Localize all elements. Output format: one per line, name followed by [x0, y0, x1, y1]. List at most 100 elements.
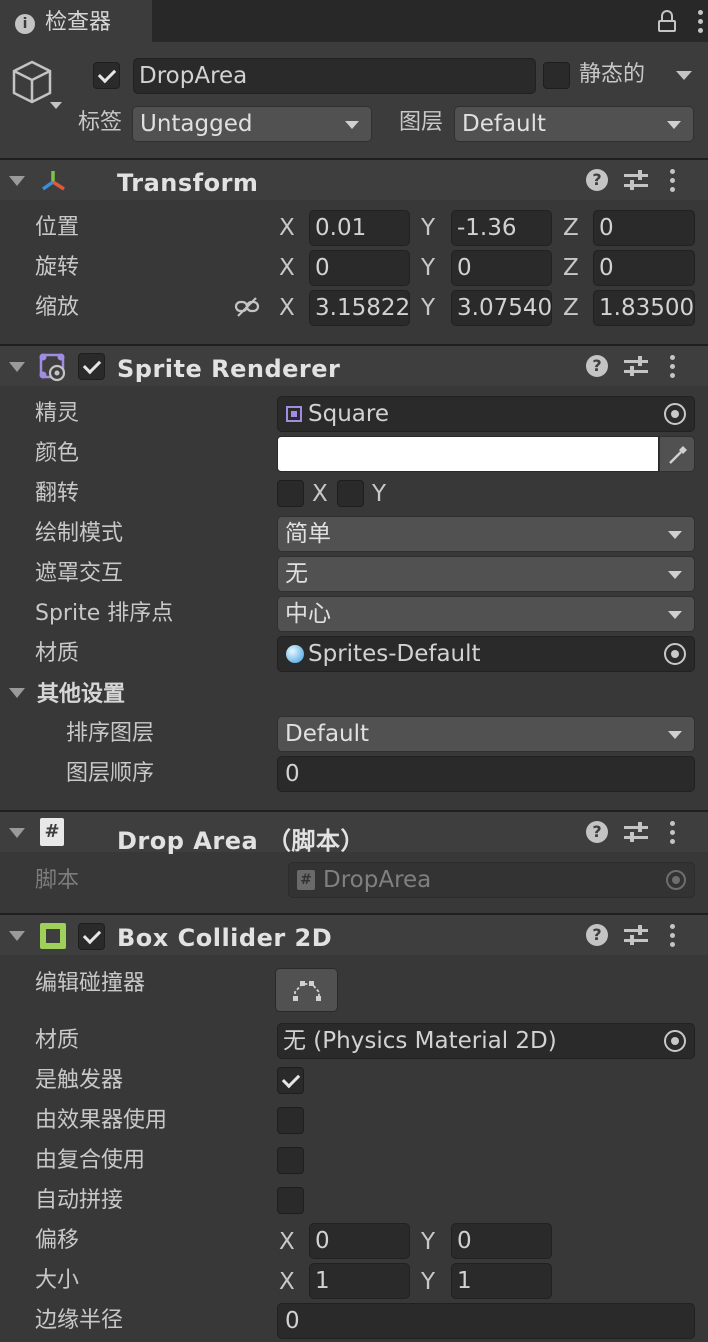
flip-y-checkbox[interactable]: [337, 480, 364, 507]
mask-interaction-dropdown[interactable]: 无: [277, 556, 695, 592]
box-collider-header[interactable]: Box Collider 2D ?: [0, 913, 708, 955]
object-active-checkbox[interactable]: [93, 62, 120, 89]
collider-material-field[interactable]: 无 (Physics Material 2D): [277, 1023, 695, 1059]
help-icon[interactable]: ?: [586, 821, 608, 843]
presets-icon[interactable]: [624, 356, 648, 376]
help-icon[interactable]: ?: [586, 355, 608, 377]
foldout-arrow-icon[interactable]: [9, 828, 25, 838]
object-name-field[interactable]: DropArea: [133, 58, 536, 94]
scale-z-label[interactable]: Z: [563, 297, 579, 320]
draw-mode-dropdown[interactable]: 简单: [277, 516, 695, 552]
edit-collider-button[interactable]: [275, 968, 338, 1012]
chevron-down-icon: [668, 611, 682, 619]
presets-icon[interactable]: [624, 170, 648, 190]
eyedropper-button[interactable]: [659, 436, 695, 472]
tab-inspector[interactable]: i 检查器: [0, 0, 152, 42]
static-dropdown-caret-icon[interactable]: [676, 71, 692, 80]
size-y-label[interactable]: Y: [421, 1271, 435, 1294]
sprite-label: 精灵: [35, 401, 80, 426]
sprite-renderer-enabled-checkbox[interactable]: [78, 353, 105, 380]
size-y-field[interactable]: 1: [451, 1263, 552, 1299]
used-by-effector-checkbox[interactable]: [277, 1107, 304, 1134]
offset-x-field[interactable]: 0: [309, 1223, 410, 1259]
rotation-x-label[interactable]: X: [279, 257, 295, 280]
sort-point-dropdown[interactable]: 中心: [277, 596, 695, 632]
order-in-layer-field[interactable]: 0: [277, 756, 695, 792]
rotation-y-field[interactable]: 0: [451, 250, 552, 286]
lock-icon[interactable]: [657, 10, 677, 32]
scale-y-field[interactable]: 3.07540: [451, 290, 552, 326]
auto-tiling-checkbox[interactable]: [277, 1187, 304, 1214]
component-menu-icon[interactable]: [670, 168, 676, 194]
mask-interaction-value: 无: [285, 561, 308, 587]
position-x-label[interactable]: X: [279, 217, 295, 240]
is-trigger-checkbox[interactable]: [277, 1067, 304, 1094]
tag-dropdown[interactable]: Untagged: [132, 106, 372, 142]
drop-area-header[interactable]: # Drop Area （脚本） ?: [0, 810, 708, 855]
help-icon[interactable]: ?: [586, 169, 608, 191]
sprite-renderer-header[interactable]: Sprite Renderer ?: [0, 344, 708, 386]
presets-icon[interactable]: [624, 822, 648, 842]
static-label: 静态的: [579, 62, 646, 87]
scale-x-label[interactable]: X: [279, 297, 295, 320]
scale-z-field[interactable]: 1.83500: [593, 290, 695, 326]
used-by-composite-checkbox[interactable]: [277, 1147, 304, 1174]
layer-dropdown[interactable]: Default: [454, 106, 694, 142]
position-y-label[interactable]: Y: [421, 217, 435, 240]
gameobject-cube-icon[interactable]: [10, 60, 66, 112]
other-settings-foldout-icon[interactable]: [9, 688, 25, 698]
object-picker-icon[interactable]: [664, 1030, 686, 1052]
position-y-field[interactable]: -1.36: [451, 210, 552, 246]
offset-y-field[interactable]: 0: [451, 1223, 552, 1259]
help-icon[interactable]: ?: [586, 924, 608, 946]
scale-y-label[interactable]: Y: [421, 297, 435, 320]
tab-menu-icon[interactable]: [698, 10, 704, 34]
rotation-label: 旋转: [35, 255, 80, 280]
box-collider-title: Box Collider 2D: [117, 924, 333, 952]
order-in-layer-label: 图层顺序: [66, 761, 155, 786]
info-icon: i: [15, 14, 35, 34]
component-menu-icon[interactable]: [670, 820, 676, 846]
constrain-proportions-link-icon[interactable]: [234, 296, 260, 318]
position-z-label[interactable]: Z: [563, 217, 579, 240]
sprite-material-field[interactable]: Sprites-Default: [277, 636, 695, 672]
position-x-field[interactable]: 0.01: [309, 210, 410, 246]
chevron-down-icon: [667, 121, 681, 129]
other-settings-label[interactable]: 其他设置: [37, 684, 125, 706]
flip-x-checkbox[interactable]: [277, 480, 304, 507]
header-icons: ?: [586, 820, 696, 846]
offset-y-label[interactable]: Y: [421, 1231, 435, 1254]
rotation-z-field[interactable]: 0: [593, 250, 695, 286]
component-menu-icon[interactable]: [670, 354, 676, 380]
edge-radius-field[interactable]: 0: [277, 1303, 695, 1339]
size-x-label[interactable]: X: [279, 1271, 295, 1294]
foldout-arrow-icon[interactable]: [9, 931, 25, 941]
position-z-field[interactable]: 0: [593, 210, 695, 246]
box-collider-enabled-checkbox[interactable]: [78, 923, 105, 950]
component-menu-icon[interactable]: [670, 923, 676, 949]
offset-x-label[interactable]: X: [279, 1231, 295, 1254]
transform-header[interactable]: Transform ?: [0, 158, 708, 200]
tag-value: Untagged: [140, 111, 253, 137]
rotation-x-field[interactable]: 0: [309, 250, 410, 286]
object-picker-icon[interactable]: [664, 643, 686, 665]
sprite-object-field[interactable]: Square: [277, 396, 695, 432]
object-picker-icon[interactable]: [664, 403, 686, 425]
script-label: 脚本: [35, 868, 80, 893]
collider-material-label: 材质: [35, 1028, 80, 1053]
foldout-arrow-icon[interactable]: [9, 176, 25, 186]
color-swatch[interactable]: [277, 436, 659, 472]
scale-x-field[interactable]: 3.15822: [309, 290, 410, 326]
rotation-y-label[interactable]: Y: [421, 257, 435, 280]
flip-x-label: X: [312, 481, 328, 507]
foldout-arrow-icon[interactable]: [9, 362, 25, 372]
eyedropper-icon: [669, 446, 687, 464]
is-trigger-label: 是触发器: [35, 1068, 124, 1093]
chevron-down-icon: [668, 531, 682, 539]
edge-radius-label: 边缘半径: [35, 1308, 124, 1333]
sorting-layer-dropdown[interactable]: Default: [277, 716, 695, 752]
rotation-z-label[interactable]: Z: [563, 257, 579, 280]
static-checkbox[interactable]: [543, 62, 570, 89]
presets-icon[interactable]: [624, 925, 648, 945]
size-x-field[interactable]: 1: [309, 1263, 410, 1299]
